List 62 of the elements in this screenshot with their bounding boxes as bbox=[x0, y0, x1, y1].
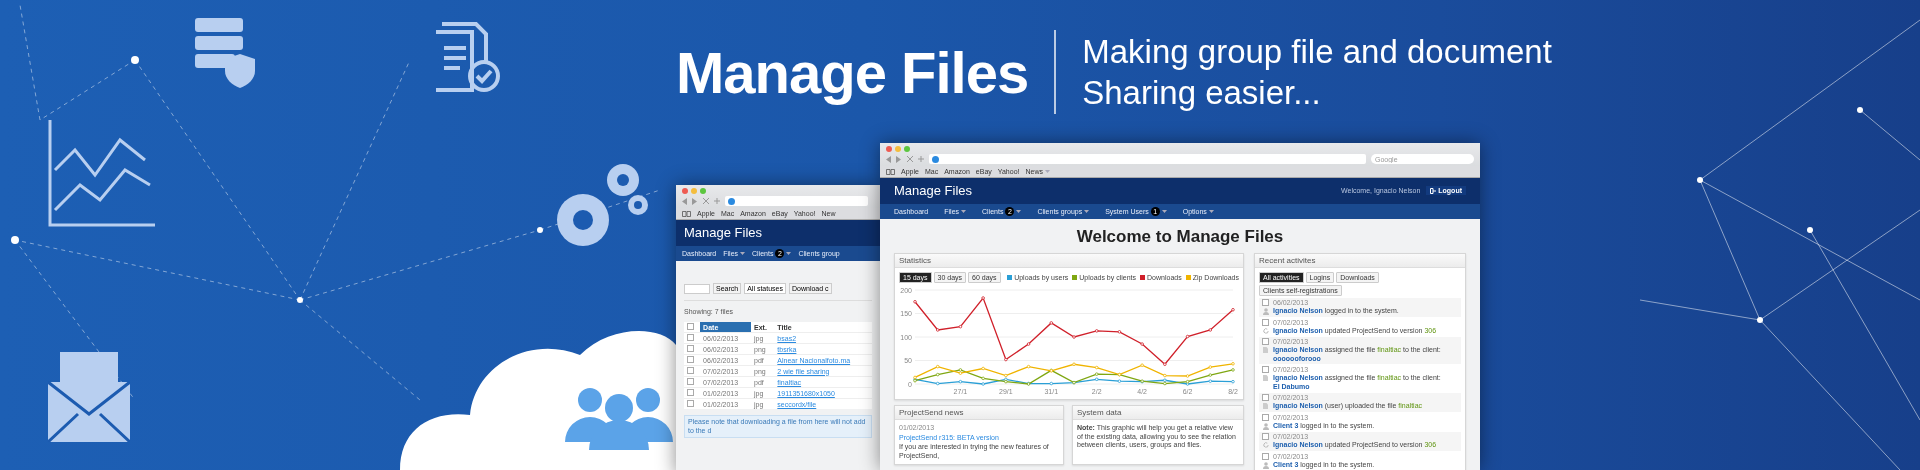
caret-icon bbox=[1084, 210, 1090, 213]
app-title: Manage Files bbox=[684, 225, 763, 240]
caret-icon bbox=[961, 210, 967, 213]
checkbox[interactable] bbox=[687, 323, 694, 330]
checkbox[interactable] bbox=[687, 356, 694, 363]
user-icon bbox=[1262, 461, 1269, 469]
envelope-icon bbox=[48, 352, 130, 442]
checkbox[interactable] bbox=[1262, 366, 1269, 373]
search-field[interactable] bbox=[684, 283, 710, 294]
caret-icon bbox=[1161, 210, 1167, 213]
user-icon bbox=[1262, 308, 1269, 315]
caret-icon bbox=[1208, 210, 1214, 213]
page-heading: Welcome to Manage Files bbox=[1075, 227, 1285, 247]
checkbox[interactable] bbox=[1262, 452, 1269, 460]
close-dot[interactable] bbox=[682, 188, 688, 194]
checkbox[interactable] bbox=[687, 400, 694, 407]
minimize-dot[interactable] bbox=[691, 188, 697, 194]
tagline-text: Sharing easier... bbox=[1082, 73, 1322, 113]
plus-icon[interactable] bbox=[918, 156, 924, 162]
tagline-text: Making group file and document bbox=[1082, 32, 1552, 72]
caret-icon bbox=[786, 252, 792, 255]
document-icon bbox=[1263, 375, 1268, 381]
checkbox[interactable] bbox=[687, 367, 694, 374]
back-forward-icon[interactable] bbox=[886, 155, 902, 163]
minimize-dot[interactable] bbox=[895, 146, 901, 152]
panel-title: ProjectSend news bbox=[895, 406, 1063, 420]
globe-icon bbox=[932, 155, 939, 163]
plus-icon[interactable] bbox=[714, 198, 720, 204]
book-icon[interactable] bbox=[886, 168, 895, 175]
document-icon bbox=[1263, 347, 1268, 353]
close-dot[interactable] bbox=[886, 146, 892, 152]
logout-icon bbox=[1430, 187, 1437, 194]
address-bar[interactable] bbox=[725, 196, 868, 206]
checkbox[interactable] bbox=[1262, 338, 1269, 345]
checkbox[interactable] bbox=[1262, 299, 1269, 306]
checkbox[interactable] bbox=[687, 334, 694, 341]
globe-icon bbox=[728, 197, 735, 205]
close-icon[interactable] bbox=[907, 156, 913, 162]
caret-icon bbox=[1045, 170, 1050, 173]
panel-title: System data bbox=[1073, 406, 1243, 420]
maximize-dot[interactable] bbox=[904, 146, 910, 152]
document-icon bbox=[1263, 403, 1268, 409]
checkbox[interactable] bbox=[1262, 433, 1269, 440]
checkbox[interactable] bbox=[1262, 394, 1269, 401]
close-icon[interactable] bbox=[703, 198, 709, 204]
checkbox[interactable] bbox=[1262, 413, 1269, 421]
checkbox[interactable] bbox=[687, 345, 694, 352]
user-icon bbox=[1262, 422, 1269, 430]
checkbox[interactable] bbox=[1262, 318, 1269, 326]
caret-icon bbox=[1016, 210, 1022, 213]
refresh-icon bbox=[1262, 327, 1269, 334]
banner-title: Manage Files bbox=[676, 38, 1029, 106]
maximize-dot[interactable] bbox=[700, 188, 706, 194]
refresh-icon bbox=[1262, 442, 1269, 448]
caret-icon bbox=[740, 252, 746, 255]
back-forward-icon[interactable] bbox=[682, 197, 698, 205]
checkbox[interactable] bbox=[687, 378, 694, 385]
app-title: Manage Files bbox=[894, 183, 973, 198]
checkbox[interactable] bbox=[687, 389, 694, 396]
panel-title: Recent activites bbox=[1255, 254, 1465, 268]
book-icon[interactable] bbox=[682, 210, 691, 217]
panel-title: Statistics bbox=[895, 254, 1243, 268]
